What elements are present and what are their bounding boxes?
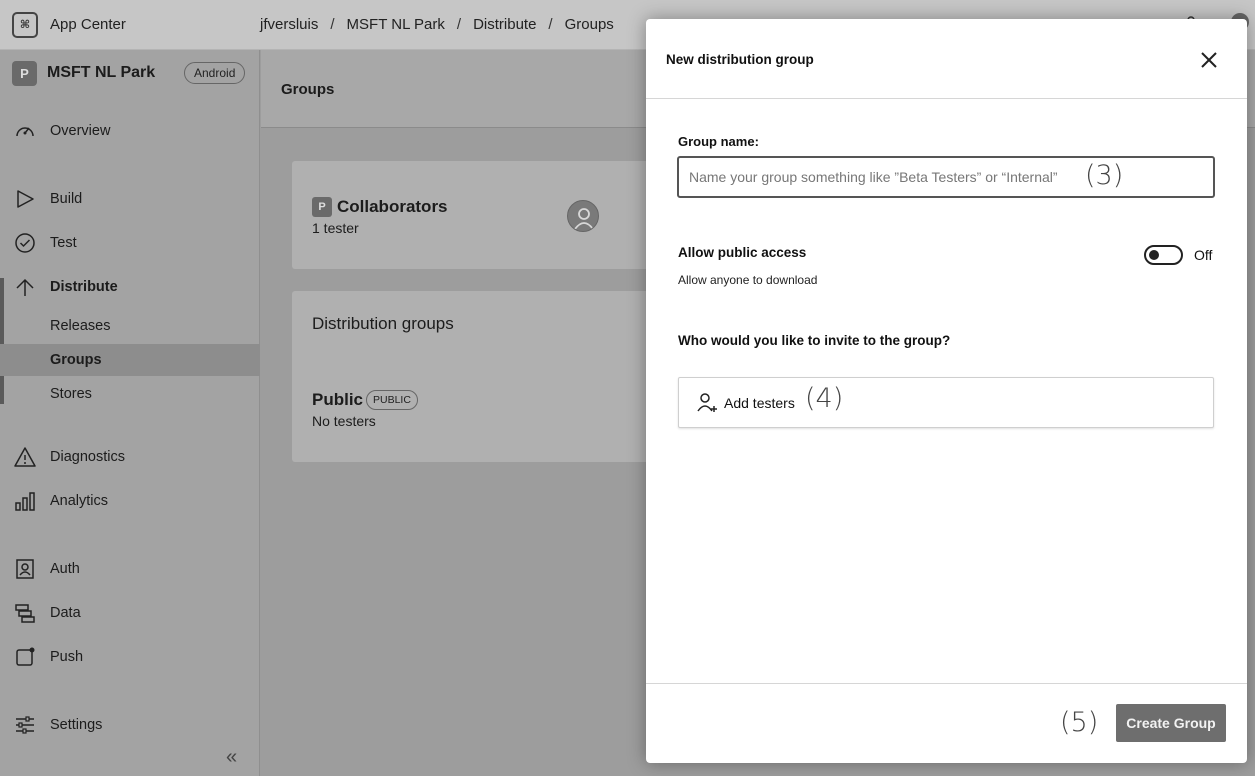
sidebar-item-label: Build [50, 191, 83, 207]
toggle-knob [1149, 250, 1159, 260]
project-name: MSFT NL Park [47, 64, 156, 81]
sidebar-item-label: Analytics [50, 493, 109, 509]
sidebar-subitem-groups[interactable]: Groups [0, 344, 260, 376]
app-title[interactable]: App Center [50, 16, 126, 33]
group-name-input[interactable] [677, 156, 1215, 198]
collaborators-card[interactable]: P Collaborators 1 tester [292, 161, 692, 269]
project-logo: P [12, 61, 37, 86]
sidebar-subitem-label: Groups [50, 352, 102, 368]
collapse-sidebar-icon[interactable]: « [226, 746, 237, 769]
sidebar-subitem-label: Stores [50, 386, 92, 402]
sidebar-item-label: Distribute [50, 279, 118, 295]
play-icon [17, 190, 34, 208]
dialog-header-divider [646, 98, 1247, 99]
close-icon[interactable] [1199, 50, 1219, 70]
public-access-state: Off [1194, 247, 1213, 263]
sidebar-subitem-label: Releases [50, 318, 111, 334]
sidebar: P MSFT NL Park Android Overview Build Te… [0, 50, 260, 776]
database-icon [15, 604, 35, 623]
public-access-label: Allow public access [678, 245, 807, 260]
annotation-step-4: (4) [805, 383, 844, 414]
sidebar-item-data[interactable]: Data [0, 597, 260, 629]
avatar [567, 200, 599, 232]
invite-label: Who would you like to invite to the grou… [678, 333, 951, 348]
sliders-icon [16, 716, 34, 734]
user-avatar-icon [574, 208, 594, 230]
collaborators-logo: P [312, 197, 332, 217]
sidebar-subitem-stores[interactable]: Stores [0, 378, 260, 410]
create-group-button[interactable]: Create Group [1116, 704, 1226, 742]
distribution-groups-card: Distribution groups Public PUBLIC No tes… [292, 291, 692, 462]
sidebar-subitem-releases[interactable]: Releases [0, 310, 260, 342]
public-access-toggle[interactable] [1144, 245, 1183, 265]
sidebar-item-label: Settings [50, 717, 103, 733]
sidebar-item-build[interactable]: Build [0, 183, 260, 215]
platform-badge: Android [184, 62, 246, 84]
id-card-icon [16, 559, 34, 579]
project-header[interactable]: P MSFT NL Park Android [12, 61, 252, 87]
push-icon [16, 647, 35, 666]
breadcrumb-separator: / [548, 16, 553, 33]
sidebar-item-label: Push [50, 649, 84, 665]
add-testers-label: Add testers [724, 395, 795, 411]
warning-icon [14, 447, 36, 467]
sidebar-item-label: Test [50, 235, 77, 251]
group-name-label: Group name: [678, 134, 759, 149]
sidebar-item-auth[interactable]: Auth [0, 553, 260, 585]
bar-chart-icon [15, 492, 35, 511]
sidebar-item-analytics[interactable]: Analytics [0, 485, 260, 517]
page-title: Groups [281, 81, 335, 98]
collaborators-count: 1 tester [312, 220, 359, 236]
breadcrumb-app[interactable]: MSFT NL Park [347, 16, 445, 33]
public-group-title[interactable]: Public [312, 390, 363, 410]
public-access-description: Allow anyone to download [678, 273, 818, 287]
sidebar-item-test[interactable]: Test [0, 227, 260, 259]
distribute-icon [16, 278, 34, 296]
breadcrumb-separator: / [456, 16, 462, 33]
sidebar-item-distribute[interactable]: Distribute [0, 271, 260, 303]
add-user-icon [697, 393, 717, 412]
sidebar-item-label: Diagnostics [50, 449, 125, 465]
dialog-title: New distribution group [666, 52, 814, 67]
breadcrumb-user[interactable]: jfversluis [260, 16, 318, 33]
sidebar-item-diagnostics[interactable]: Diagnostics [0, 441, 260, 473]
new-distribution-group-dialog: New distribution group Group name: (3) A… [646, 19, 1247, 763]
check-circle-icon [15, 233, 35, 253]
sidebar-item-label: Overview [50, 123, 111, 139]
dialog-footer-divider [646, 683, 1247, 684]
breadcrumb-separator: / [330, 16, 335, 33]
collaborators-title: Collaborators [337, 197, 448, 216]
public-group-testers: No testers [312, 413, 376, 429]
speedometer-icon [16, 127, 34, 137]
sidebar-item-overview[interactable]: Overview [0, 115, 260, 147]
distribution-groups-title: Distribution groups [312, 314, 454, 333]
add-testers-button[interactable]: Add testers (4) [678, 377, 1214, 428]
breadcrumb-distribute[interactable]: Distribute [473, 16, 536, 33]
sidebar-item-label: Auth [50, 561, 80, 577]
annotation-step-5: (5) [1060, 707, 1099, 738]
app-center-logo-icon[interactable]: ⌘ [12, 12, 38, 38]
sidebar-item-push[interactable]: Push [0, 641, 260, 673]
sidebar-item-label: Data [50, 605, 81, 621]
annotation-step-3: (3) [1085, 160, 1124, 191]
breadcrumb: jfversluis / MSFT NL Park / Distribute /… [260, 16, 614, 33]
public-badge: PUBLIC [366, 390, 418, 410]
sidebar-item-settings[interactable]: Settings [0, 709, 260, 741]
breadcrumb-groups[interactable]: Groups [565, 16, 614, 33]
